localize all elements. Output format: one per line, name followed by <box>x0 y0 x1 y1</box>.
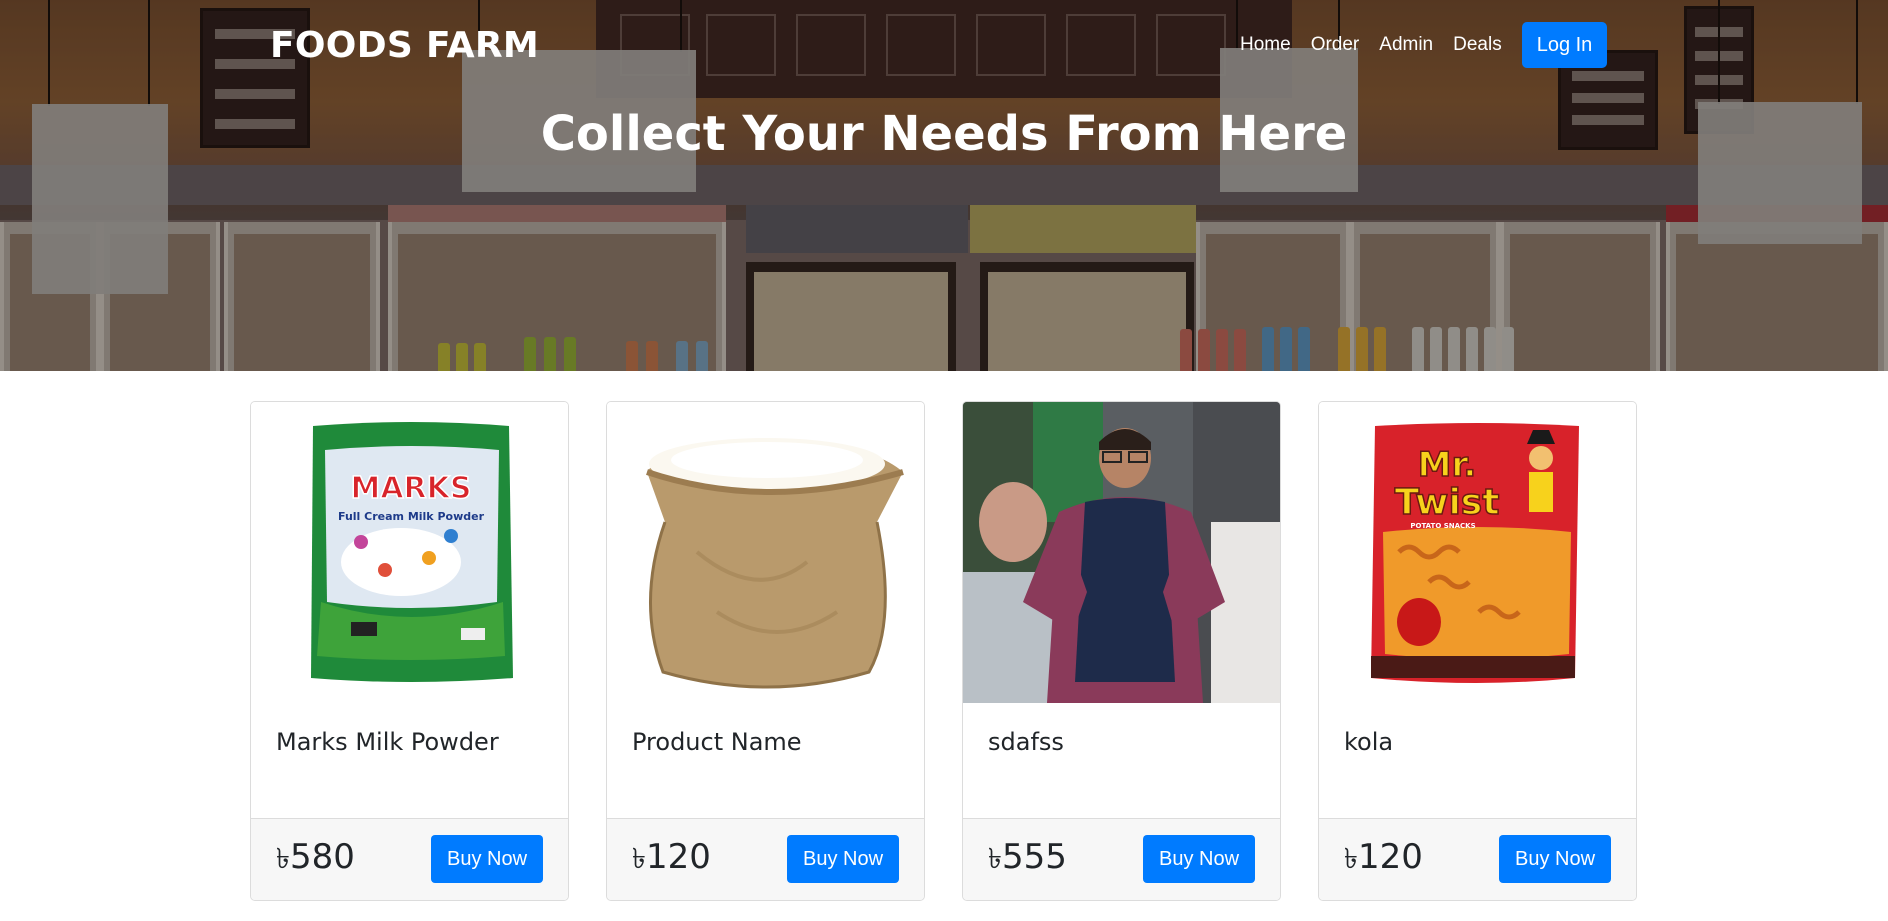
buy-now-button[interactable]: Buy Now <box>431 835 543 883</box>
product-price: ৳580 <box>276 837 355 884</box>
pack-brand-text: MARKS <box>350 471 471 506</box>
product-name: Marks Milk Powder <box>276 728 499 756</box>
product-image-rice-sack[interactable] <box>607 402 924 703</box>
nav-order[interactable]: Order <box>1311 34 1360 56</box>
currency-symbol: ৳ <box>988 842 1002 875</box>
pack-brand-text-line1: Mr. <box>1418 445 1477 485</box>
product-card: Mr. Twist POTATO SNACKS kola ৳120 Buy No… <box>1318 401 1637 901</box>
buy-now-button[interactable]: Buy Now <box>787 835 899 883</box>
product-image-snack-pack[interactable]: Mr. Twist POTATO SNACKS <box>1319 402 1636 703</box>
nav-home[interactable]: Home <box>1240 34 1291 56</box>
nav-admin[interactable]: Admin <box>1379 34 1433 56</box>
currency-symbol: ৳ <box>1344 842 1358 875</box>
product-card: sdafss ৳555 Buy Now <box>962 401 1281 901</box>
card-footer: ৳120 Buy Now <box>1319 818 1636 900</box>
hero-title: Collect Your Needs From Here <box>540 106 1348 162</box>
price-value: 555 <box>1001 837 1067 877</box>
product-price: ৳555 <box>988 837 1067 884</box>
pack-brand-text-line2: Twist <box>1395 482 1500 523</box>
price-value: 120 <box>1357 837 1423 877</box>
product-name: sdafss <box>988 728 1064 756</box>
product-image-person-photo[interactable] <box>963 402 1280 703</box>
product-name: kola <box>1344 728 1394 756</box>
product-price: ৳120 <box>1344 837 1423 884</box>
product-price: ৳120 <box>632 837 711 884</box>
main-nav: Home Order Admin Deals Log In <box>1240 22 1608 68</box>
product-card: Product Name ৳120 Buy Now <box>606 401 925 901</box>
nav-deals[interactable]: Deals <box>1453 34 1502 56</box>
product-name: Product Name <box>632 728 802 756</box>
card-footer: ৳120 Buy Now <box>607 818 924 900</box>
pack-subtitle-text: POTATO SNACKS <box>1410 522 1475 530</box>
currency-symbol: ৳ <box>276 842 290 875</box>
pack-subtitle-text: Full Cream Milk Powder <box>338 510 485 523</box>
product-card: MARKS Full Cream Milk Powder Marks Milk … <box>250 401 569 901</box>
card-footer: ৳555 Buy Now <box>963 818 1280 900</box>
product-image-milk-powder[interactable]: MARKS Full Cream Milk Powder <box>251 402 568 703</box>
price-value: 120 <box>645 837 711 877</box>
buy-now-button[interactable]: Buy Now <box>1499 835 1611 883</box>
login-button[interactable]: Log In <box>1521 22 1608 68</box>
price-value: 580 <box>289 837 355 877</box>
card-footer: ৳580 Buy Now <box>251 818 568 900</box>
buy-now-button[interactable]: Buy Now <box>1143 835 1255 883</box>
currency-symbol: ৳ <box>632 842 646 875</box>
brand-logo[interactable]: FOODS FARM <box>270 25 539 66</box>
